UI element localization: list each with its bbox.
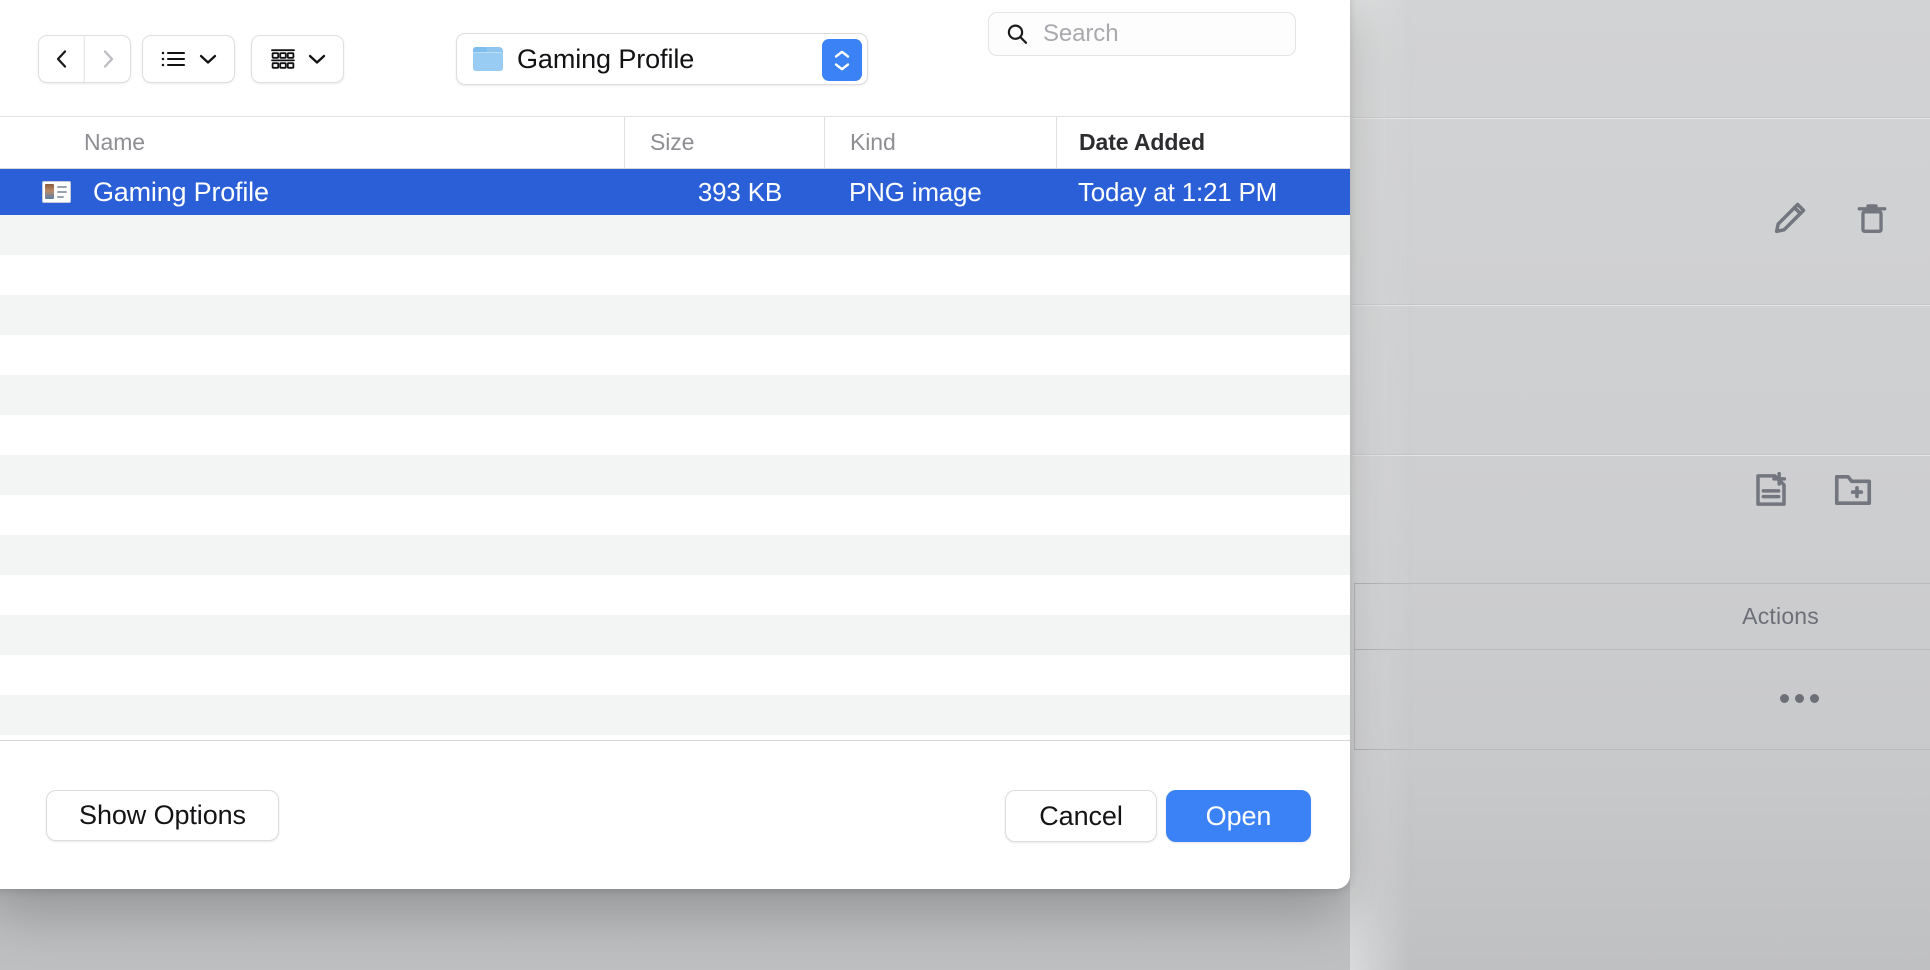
empty-row[interactable] xyxy=(0,655,1350,695)
list-view-button[interactable] xyxy=(142,35,235,83)
add-file-icon[interactable] xyxy=(1748,467,1794,513)
search-placeholder: Search xyxy=(1043,20,1119,47)
screen: Actions Gaming Profile Search Name Size … xyxy=(0,0,1930,970)
show-options-button[interactable]: Show Options xyxy=(46,790,279,841)
trash-icon[interactable] xyxy=(1850,196,1894,240)
column-header-name[interactable]: Name xyxy=(0,117,624,168)
back-button[interactable] xyxy=(38,35,85,83)
empty-row[interactable] xyxy=(0,375,1350,415)
grid-view-icon xyxy=(270,47,296,72)
location-label: Gaming Profile xyxy=(517,43,695,74)
image-file-icon xyxy=(42,181,71,203)
search-input[interactable]: Search xyxy=(988,12,1296,56)
file-name: Gaming Profile xyxy=(93,176,269,207)
chevron-left-icon xyxy=(50,47,74,71)
column-headers: Name Size Kind Date Added xyxy=(0,117,1350,169)
up-down-chevrons-icon[interactable] xyxy=(822,39,862,81)
background-section-divider xyxy=(1352,455,1930,456)
column-header-kind[interactable]: Kind xyxy=(824,117,1056,168)
table-row[interactable]: Gaming Profile 393 KB PNG image Today at… xyxy=(0,169,1350,215)
dialog-toolbar: Gaming Profile Search xyxy=(0,0,1350,117)
open-button[interactable]: Open xyxy=(1166,790,1311,842)
chevron-right-icon xyxy=(96,47,120,71)
empty-row[interactable] xyxy=(0,255,1350,295)
empty-row[interactable] xyxy=(0,615,1350,655)
file-open-dialog: Gaming Profile Search Name Size Kind Dat… xyxy=(0,0,1350,889)
file-date-added: Today at 1:21 PM xyxy=(1078,176,1278,207)
location-popup-button[interactable]: Gaming Profile xyxy=(456,33,868,85)
more-actions-icon[interactable] xyxy=(1780,694,1819,703)
chevron-down-icon xyxy=(199,53,217,65)
edit-pencil-icon[interactable] xyxy=(1768,196,1812,240)
actions-column-header: Actions xyxy=(1742,603,1819,629)
empty-row[interactable] xyxy=(0,335,1350,375)
column-header-date-added[interactable]: Date Added xyxy=(1056,117,1350,168)
column-header-size[interactable]: Size xyxy=(624,117,824,168)
dialog-footer: Show Options Cancel Open xyxy=(0,740,1350,889)
empty-row[interactable] xyxy=(0,295,1350,335)
folder-icon xyxy=(473,47,503,71)
empty-row[interactable] xyxy=(0,455,1350,495)
empty-row[interactable] xyxy=(0,695,1350,735)
file-kind: PNG image xyxy=(849,176,982,207)
list-view-icon xyxy=(160,47,187,71)
empty-row[interactable] xyxy=(0,215,1350,255)
empty-row[interactable] xyxy=(0,535,1350,575)
grid-view-button[interactable] xyxy=(251,35,344,83)
forward-button[interactable] xyxy=(84,35,131,83)
add-folder-icon[interactable] xyxy=(1830,467,1876,513)
chevron-down-icon xyxy=(308,53,326,65)
cancel-button[interactable]: Cancel xyxy=(1005,790,1157,842)
background-section-divider xyxy=(1352,305,1930,306)
background-section-divider xyxy=(1352,118,1930,119)
empty-row[interactable] xyxy=(0,495,1350,535)
file-size: 393 KB xyxy=(697,176,782,207)
search-icon xyxy=(1005,22,1030,47)
background-table-header: Actions xyxy=(1355,584,1930,650)
empty-row[interactable] xyxy=(0,415,1350,455)
empty-row[interactable] xyxy=(0,575,1350,615)
background-actions-table: Actions xyxy=(1354,583,1930,750)
file-name-cell: Gaming Profile xyxy=(0,177,624,208)
file-list[interactable]: Gaming Profile 393 KB PNG image Today at… xyxy=(0,169,1350,740)
background-table-row xyxy=(1355,650,1930,747)
